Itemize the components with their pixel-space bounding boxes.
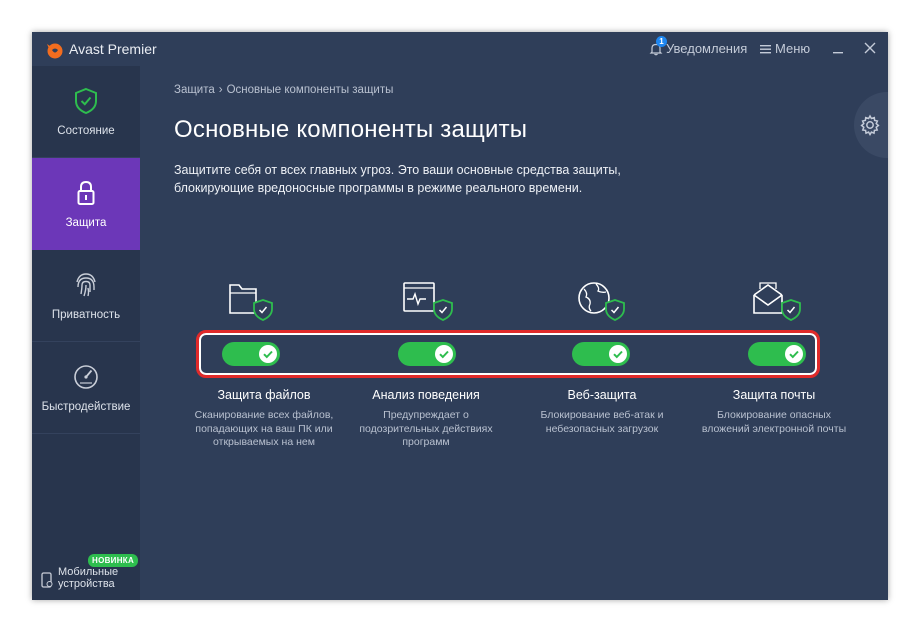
shield-check-icon	[75, 87, 97, 115]
sidebar-item-label: Защита	[65, 217, 107, 229]
app-window: Avast Premier 1 Уведомления Меню Состоян…	[32, 32, 888, 600]
envelope-shield-icon	[753, 282, 801, 321]
sidebar-item-status[interactable]: Состояние	[32, 66, 140, 158]
sidebar: Состояние Защита Приватность Быстродейст…	[32, 66, 140, 600]
component-description: Предупреждает о подозрительных действиях…	[338, 409, 514, 450]
sidebar-item-label: Состояние	[57, 125, 115, 137]
toggles-highlight-frame	[196, 330, 820, 378]
description-line: Блокирование веб-атак и	[540, 409, 664, 421]
notifications-label: Уведомления	[666, 41, 748, 56]
notifications-button[interactable]: 1 Уведомления	[649, 35, 748, 56]
close-icon[interactable]	[862, 40, 878, 56]
component-name: Веб-защита	[567, 388, 637, 402]
component-description: Блокирование веб-атак и небезопасных заг…	[514, 409, 690, 436]
sidebar-item-privacy[interactable]: Приватность	[32, 250, 140, 342]
sidebar-item-performance[interactable]: Быстродействие	[32, 342, 140, 434]
description-line: вложений электронной почты	[701, 422, 847, 435]
breadcrumb-separator: ›	[218, 84, 223, 96]
breadcrumb-parent-link[interactable]: Защита	[174, 84, 215, 96]
sidebar-item-protection[interactable]: Защита	[32, 158, 140, 250]
component-name: Анализ поведения	[372, 388, 480, 402]
monitor-pulse-shield-icon	[403, 282, 453, 321]
avast-logo-icon	[47, 43, 63, 59]
fingerprint-icon	[76, 273, 96, 297]
bell-icon: 1	[649, 35, 667, 56]
lock-icon	[77, 180, 95, 205]
title-bar: Avast Premier 1 Уведомления Меню	[32, 32, 888, 66]
sidebar-item-label: Мобильные устройства	[58, 566, 118, 590]
page-title: Основные компоненты защиты	[174, 116, 528, 143]
description-line: Предупреждает о	[383, 409, 469, 421]
gear-icon	[860, 114, 880, 136]
description-line: подозрительных действиях	[359, 422, 493, 435]
notifications-count-badge: 1	[656, 35, 667, 47]
breadcrumb: Защита › Основные компоненты защиты	[174, 84, 393, 96]
page-description: Защитите себя от всех главных угроз. Это…	[174, 161, 674, 197]
sidebar-item-mobile-devices[interactable]: НОВИНКА Мобильные устройства	[40, 554, 140, 616]
settings-button[interactable]	[854, 92, 888, 158]
mobile-label-line2: устройства	[58, 578, 115, 590]
breadcrumb-current: Основные компоненты защиты	[226, 84, 394, 96]
description-line2: блокирующие вредоносные программы в режи…	[174, 181, 583, 195]
component-name: Защита файлов	[217, 388, 311, 402]
description-line: Блокирование опасных	[717, 409, 831, 421]
description-line: открываемых на нем	[213, 436, 315, 448]
description-line: попадающих на ваш ПК или	[195, 422, 333, 435]
sidebar-item-label: Быстродействие	[41, 401, 131, 413]
description-line: программ	[402, 436, 450, 448]
menu-button[interactable]: Меню	[760, 41, 810, 56]
component-description: Сканирование всех файлов, попадающих на …	[176, 409, 352, 450]
description-line: небезопасных загрузок	[545, 422, 659, 435]
description-line: Сканирование всех файлов,	[194, 409, 334, 421]
mobile-label-line1: Мобильные	[58, 566, 119, 578]
folder-shield-icon	[229, 284, 273, 321]
app-title: Avast Premier	[69, 41, 157, 57]
minimize-icon[interactable]	[830, 40, 846, 56]
sidebar-item-label: Приватность	[51, 309, 121, 321]
component-name: Защита почты	[732, 388, 816, 402]
speedometer-icon	[74, 365, 98, 389]
mobile-device-icon	[41, 572, 53, 588]
description-line1: Защитите себя от всех главных угроз. Это…	[174, 163, 621, 177]
menu-label: Меню	[775, 41, 811, 56]
globe-shield-icon	[578, 282, 625, 321]
component-description: Блокирование опасных вложений электронно…	[686, 409, 862, 436]
hamburger-icon	[760, 44, 771, 53]
